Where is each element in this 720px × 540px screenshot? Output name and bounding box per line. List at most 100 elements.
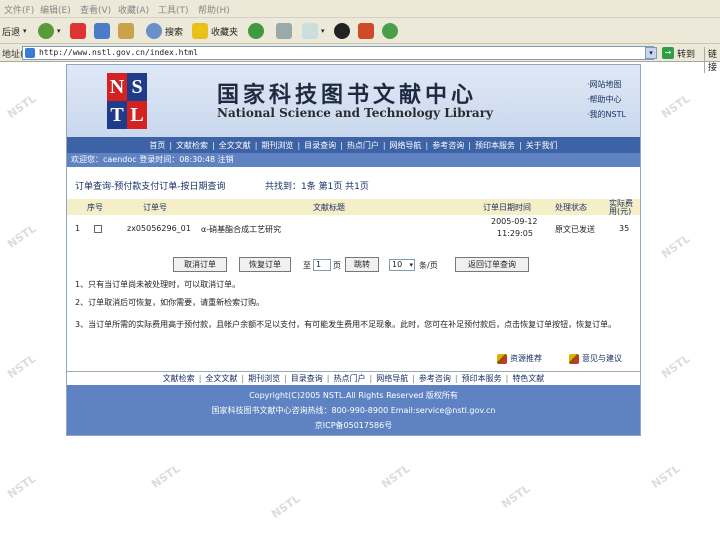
column-header: 文献标题: [313, 203, 345, 212]
user-status-bar: 欢迎您：caendoc 登录时间：08:30:48 注销: [67, 153, 640, 167]
icp-text: 京ICP备05017586号: [314, 421, 393, 430]
menu-favorites[interactable]: 收藏(A): [118, 3, 149, 16]
footer-nav-item[interactable]: 目录查询: [291, 373, 323, 384]
go-button[interactable]: → 转到: [662, 46, 695, 60]
nav-item-journals[interactable]: 期刊浏览: [261, 140, 293, 151]
column-header: 订单日期时间: [483, 203, 531, 212]
menu-help[interactable]: 帮助(H): [198, 3, 230, 16]
history-button[interactable]: [248, 22, 267, 40]
suggest-label: 意见与建议: [582, 354, 622, 363]
chevron-down-icon: ▾: [23, 27, 27, 35]
address-input[interactable]: http://www.nstl.gov.cn/index.html: [22, 46, 654, 60]
nav-item-search[interactable]: 文献检索: [176, 140, 208, 151]
nav-item-reference[interactable]: 参考咨询: [432, 140, 464, 151]
footer-nav-item[interactable]: 预印本服务: [462, 373, 502, 384]
page-icon: [25, 48, 35, 58]
feedback-links: 资源推荐 意见与建议: [67, 353, 640, 367]
edit-button[interactable]: ▾: [302, 22, 325, 40]
nav-item-home[interactable]: 首页: [149, 140, 165, 151]
chevron-down-icon: ▾: [57, 27, 61, 35]
column-header: 序号: [87, 203, 103, 212]
links-label[interactable]: 链接: [704, 47, 720, 73]
browser-toolbar: 后退 ▾ ▾ 搜索 收藏夹 ▾: [0, 18, 720, 44]
nav-separator: |: [425, 140, 429, 150]
tool-button[interactable]: [358, 22, 377, 40]
suggest-link[interactable]: 意见与建议: [569, 353, 622, 364]
site-title-en: National Science and Technology Library: [217, 106, 493, 120]
column-header: 订单号: [143, 203, 167, 212]
search-icon: [146, 23, 162, 39]
watermark-text: NSTL: [5, 352, 39, 381]
document-icon: [302, 23, 318, 39]
refresh-button[interactable]: [94, 22, 113, 40]
copyright-text: Copyright(C)2005 NSTL.All Rights Reserve…: [249, 391, 458, 400]
column-header: 处理状态: [555, 203, 587, 212]
row-index: 1: [75, 224, 81, 233]
nav-item-fulltext[interactable]: 全文文献: [219, 140, 251, 151]
nav-separator: |: [518, 140, 522, 150]
forward-button[interactable]: ▾: [38, 22, 61, 40]
messenger-icon: [382, 23, 398, 39]
sitemap-link[interactable]: ·网站地图: [587, 77, 626, 92]
menu-view[interactable]: 查看(V): [80, 3, 111, 16]
header-links: ·网站地图 ·帮助中心 ·我的NSTL: [587, 77, 626, 122]
qq-button[interactable]: [334, 22, 353, 40]
watermark-text: NSTL: [379, 462, 413, 491]
nav-item-catalog[interactable]: 目录查询: [304, 140, 336, 151]
address-dropdown-button[interactable]: ▾: [645, 47, 657, 59]
row-checkbox[interactable]: [94, 225, 102, 233]
help-link[interactable]: ·帮助中心: [587, 92, 626, 107]
cancel-order-button[interactable]: 取消订单: [173, 257, 227, 272]
chevron-down-icon: ▾: [409, 261, 413, 269]
footer-nav-item[interactable]: 期刊浏览: [248, 373, 280, 384]
footer-nav-item[interactable]: 全文文献: [205, 373, 237, 384]
chevron-down-icon: ▾: [321, 27, 325, 35]
watermark-text: NSTL: [659, 92, 693, 121]
favorites-button[interactable]: 收藏夹: [192, 22, 238, 40]
note-item: 3、当订单所需的实际费用高于预付款，且帐户余额不足以支付，有可能发生费用不足现象…: [75, 320, 617, 329]
page-number-input[interactable]: 1: [313, 259, 331, 271]
nav-item-navigation[interactable]: 网络导航: [390, 140, 422, 151]
messenger-button[interactable]: [382, 22, 401, 40]
query-bar: 订单查询-预付款支付订单-按日期查询 共找到：1条 第1页 共1页: [67, 167, 640, 199]
back-button[interactable]: 后退 ▾: [2, 22, 27, 40]
star-icon: [192, 23, 208, 39]
stop-button[interactable]: [70, 22, 89, 40]
menu-file[interactable]: 文件(F): [4, 3, 34, 16]
search-button[interactable]: 搜索: [146, 22, 183, 40]
footer-nav-item[interactable]: 网络导航: [376, 373, 408, 384]
menu-edit[interactable]: 编辑(E): [40, 3, 71, 16]
nav-item-portals[interactable]: 热点门户: [347, 140, 379, 151]
menu-tools[interactable]: 工具(T): [158, 3, 189, 16]
order-date: 2005-09-12: [491, 217, 538, 226]
back-label: 后退: [2, 27, 21, 38]
logo-letter: N: [107, 73, 127, 101]
watermark-text: NSTL: [149, 462, 183, 491]
nstl-logo: N S T L: [107, 73, 147, 129]
footer-nav-item[interactable]: 特色文献: [512, 373, 544, 384]
footer-nav-item[interactable]: 热点门户: [334, 373, 366, 384]
result-count: 共找到：1条 第1页 共1页: [265, 182, 369, 192]
go-arrow-icon: →: [662, 47, 674, 59]
jump-button[interactable]: 跳转: [345, 257, 379, 272]
web-page: N S T L 国家科技图书文献中心 National Science and …: [66, 64, 641, 436]
favorites-label: 收藏夹: [211, 27, 239, 38]
logo-letter: L: [127, 101, 147, 129]
footer-nav-item[interactable]: 参考咨询: [419, 373, 451, 384]
per-page-select[interactable]: 10 ▾: [389, 259, 415, 271]
footer-nav-item[interactable]: 文献检索: [163, 373, 195, 384]
my-nstl-link[interactable]: ·我的NSTL: [587, 107, 626, 122]
document-title-link[interactable]: α-硝基酯合成工艺研究: [201, 224, 281, 235]
back-to-order-query-button[interactable]: 返回订单查询: [455, 257, 529, 272]
restore-order-button[interactable]: 恢复订单: [239, 257, 291, 272]
nav-separator: |: [212, 140, 215, 150]
nav-separator: |: [468, 140, 471, 150]
home-button[interactable]: [118, 22, 137, 40]
nav-separator: |: [297, 140, 301, 150]
nav-item-about[interactable]: 关于我们: [526, 140, 558, 151]
print-button[interactable]: [276, 22, 295, 40]
nav-item-preprint[interactable]: 预印本服务: [475, 140, 515, 151]
recommend-link[interactable]: 资源推荐: [497, 353, 542, 364]
nav-separator: |: [454, 374, 458, 383]
nav-separator: |: [369, 374, 373, 383]
